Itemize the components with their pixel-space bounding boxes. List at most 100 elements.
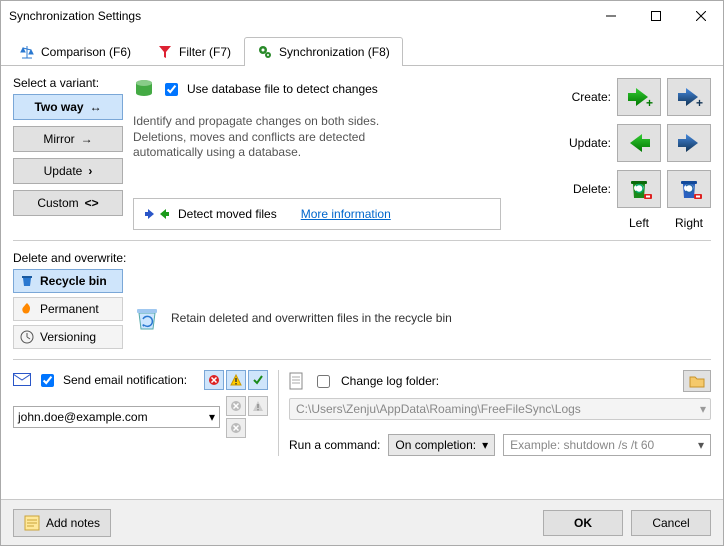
delete-overwrite-header: Delete and overwrite: <box>13 251 711 265</box>
update-right-button[interactable] <box>667 124 711 162</box>
create-right-button[interactable]: + <box>667 78 711 116</box>
two-way-arrow-icon: ↔ <box>90 100 102 114</box>
notes-icon <box>24 515 40 531</box>
change-log-folder-checkbox[interactable] <box>317 375 330 388</box>
run-command-placeholder: Example: shutdown /s /t 60 <box>510 438 654 452</box>
recycle-bin-small-icon <box>20 274 34 288</box>
variant-label: Update <box>44 164 83 178</box>
tab-filter[interactable]: Filter (F7) <box>144 37 244 66</box>
detect-moved-label: Detect moved files <box>178 207 277 221</box>
use-database-label: Use database file to detect changes <box>187 82 378 96</box>
svg-text:+: + <box>696 96 703 109</box>
detect-moved-box: Detect moved files More information <box>133 198 501 230</box>
variant-label: Mirror <box>43 132 74 146</box>
use-database-checkbox[interactable] <box>165 83 178 96</box>
add-notes-label: Add notes <box>46 516 100 530</box>
email-section: Send email notification: john.doe@exampl… <box>13 370 268 456</box>
variant-label: Two way <box>34 100 83 114</box>
window-title: Synchronization Settings <box>9 9 588 23</box>
delete-description-area: Retain deleted and overwritten files in … <box>133 269 452 349</box>
email-address-combo[interactable]: john.doe@example.com ▾ <box>13 406 220 428</box>
browse-log-folder-button[interactable] <box>683 370 711 392</box>
run-command-text-combo[interactable]: Example: shutdown /s /t 60 ▾ <box>503 434 711 456</box>
tab-label: Comparison (F6) <box>41 45 131 59</box>
delete-description: Retain deleted and overwritten files in … <box>171 311 452 325</box>
db-section: Use database file to detect changes Iden… <box>133 76 501 230</box>
flame-icon <box>20 302 34 316</box>
delete-option-label: Versioning <box>40 330 96 344</box>
log-path-value: C:\Users\Zenju\AppData\Roaming\FreeFileS… <box>296 402 581 416</box>
chevron-down-icon: ▾ <box>482 438 488 452</box>
variant-update[interactable]: Update › <box>13 158 123 184</box>
email-address-value: john.doe@example.com <box>18 410 148 424</box>
delete-recycle-bin[interactable]: Recycle bin <box>13 269 123 293</box>
variant-custom[interactable]: Custom <> <box>13 190 123 216</box>
add-notes-button[interactable]: Add notes <box>13 509 111 537</box>
clock-icon <box>20 330 34 344</box>
send-email-checkbox[interactable] <box>41 374 54 387</box>
content: Select a variant: Two way ↔ Mirror → Upd… <box>1 66 723 499</box>
create-label: Create: <box>561 90 611 104</box>
variant-label: Custom <box>37 196 78 210</box>
chevron-right-icon: › <box>88 164 92 178</box>
funnel-icon <box>157 44 173 60</box>
notify-warning-disabled[interactable] <box>248 396 268 416</box>
notify-error-disabled[interactable] <box>226 396 246 416</box>
gears-icon <box>257 44 273 60</box>
delete-permanent[interactable]: Permanent <box>13 297 123 321</box>
update-label: Update: <box>561 136 611 150</box>
scales-icon <box>19 44 35 60</box>
log-file-icon <box>289 372 305 390</box>
delete-label: Delete: <box>561 182 611 196</box>
chevron-down-icon: ▾ <box>700 402 706 416</box>
tab-label: Synchronization (F8) <box>279 45 390 59</box>
minimize-button[interactable] <box>588 2 633 31</box>
recycle-bin-icon <box>133 304 161 332</box>
variant-mirror[interactable]: Mirror → <box>13 126 123 152</box>
cancel-label: Cancel <box>652 516 689 530</box>
delete-left-button[interactable] <box>617 170 661 208</box>
ok-label: OK <box>574 516 592 530</box>
change-log-folder-label: Change log folder: <box>341 374 439 388</box>
footer: Add notes OK Cancel <box>1 499 723 545</box>
actions-section: Create: + + Update: Delete: <box>511 76 711 230</box>
tab-synchronization[interactable]: Synchronization (F8) <box>244 37 403 66</box>
log-section: Change log folder: C:\Users\Zenju\AppDat… <box>289 370 711 456</box>
delete-option-label: Permanent <box>40 302 99 316</box>
update-left-button[interactable] <box>617 124 661 162</box>
run-command-when-value: On completion: <box>395 438 476 452</box>
variant-two-way[interactable]: Two way ↔ <box>13 94 123 120</box>
create-left-button[interactable]: + <box>617 78 661 116</box>
chevron-down-icon: ▾ <box>698 438 704 452</box>
titlebar: Synchronization Settings <box>1 1 723 31</box>
notify-error-disabled-2[interactable] <box>226 418 246 438</box>
arrows-pair-icon <box>144 207 170 221</box>
run-command-label: Run a command: <box>289 438 380 452</box>
notify-success-button[interactable] <box>248 370 268 390</box>
delete-versioning[interactable]: Versioning <box>13 325 123 349</box>
cancel-button[interactable]: Cancel <box>631 510 711 536</box>
run-command-when-combo[interactable]: On completion: ▾ <box>388 434 495 456</box>
log-path-combo[interactable]: C:\Users\Zenju\AppData\Roaming\FreeFileS… <box>289 398 711 420</box>
notify-warning-button[interactable] <box>226 370 246 390</box>
chevron-down-icon: ▾ <box>209 410 215 424</box>
right-label: Right <box>667 216 711 230</box>
svg-text:+: + <box>646 96 653 109</box>
database-icon <box>133 78 155 100</box>
delete-option-label: Recycle bin <box>40 274 107 288</box>
tab-label: Filter (F7) <box>179 45 231 59</box>
ok-button[interactable]: OK <box>543 510 623 536</box>
notify-error-button[interactable] <box>204 370 224 390</box>
maximize-button[interactable] <box>633 2 678 31</box>
variant-description: Identify and propagate changes on both s… <box>133 114 413 161</box>
left-label: Left <box>617 216 661 230</box>
delete-right-button[interactable] <box>667 170 711 208</box>
right-arrow-icon: → <box>81 132 93 146</box>
variant-header: Select a variant: <box>13 76 123 90</box>
envelope-icon <box>13 373 31 387</box>
code-icon: <> <box>85 196 99 210</box>
tab-comparison[interactable]: Comparison (F6) <box>6 37 144 66</box>
more-information-link[interactable]: More information <box>301 207 391 221</box>
close-button[interactable] <box>678 2 723 31</box>
variant-section: Select a variant: Two way ↔ Mirror → Upd… <box>13 76 123 230</box>
